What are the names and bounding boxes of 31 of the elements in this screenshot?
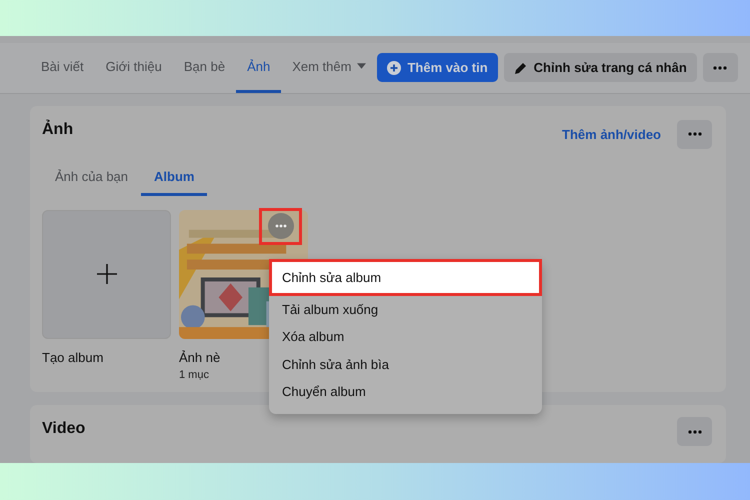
- more-button[interactable]: [702, 53, 738, 82]
- create-album-tile[interactable]: [42, 210, 171, 339]
- menu-item[interactable]: Xóa album: [269, 323, 358, 351]
- album-name: Tạo album: [42, 350, 104, 365]
- add-photo-video-link[interactable]: Thêm ảnh/video: [562, 126, 661, 142]
- more-icon: [688, 132, 702, 136]
- profile-tab[interactable]: Giới thiệu: [94, 43, 173, 93]
- photos-tab[interactable]: Ảnh của bạn: [42, 158, 142, 196]
- photos-tab[interactable]: Album: [141, 158, 208, 196]
- section-title: Video: [42, 420, 86, 438]
- pencil-icon: [514, 60, 528, 75]
- menu-item[interactable]: Chuyển album: [269, 378, 379, 406]
- plus-circle-icon: [387, 60, 402, 75]
- more-button[interactable]: [677, 417, 712, 446]
- profile-tab[interactable]: Ảnh: [236, 43, 282, 93]
- plus-icon: [96, 264, 116, 284]
- profile-tab[interactable]: Bạn bè: [172, 43, 236, 93]
- album-count: 1 mục: [179, 368, 210, 381]
- menu-item[interactable]: Chỉnh sửa ảnh bìa: [269, 350, 402, 378]
- edit-profile-button[interactable]: Chỉnh sửa trang cá nhân: [504, 53, 697, 82]
- menu-item[interactable]: Tải album xuống: [269, 296, 392, 324]
- more-button[interactable]: [677, 120, 712, 149]
- caret-icon: [357, 63, 366, 70]
- more-icon: [274, 224, 286, 228]
- more-icon: [688, 430, 702, 434]
- section-title: Ảnh: [42, 120, 74, 139]
- profile-tab[interactable]: Bài viết: [30, 43, 95, 93]
- more-icon: [713, 66, 728, 70]
- menu-item[interactable]: Chỉnh sửa album: [269, 258, 542, 296]
- profile-tab[interactable]: Xem thêm: [281, 43, 378, 93]
- add-to-story-button[interactable]: Thêm vào tin: [377, 53, 498, 82]
